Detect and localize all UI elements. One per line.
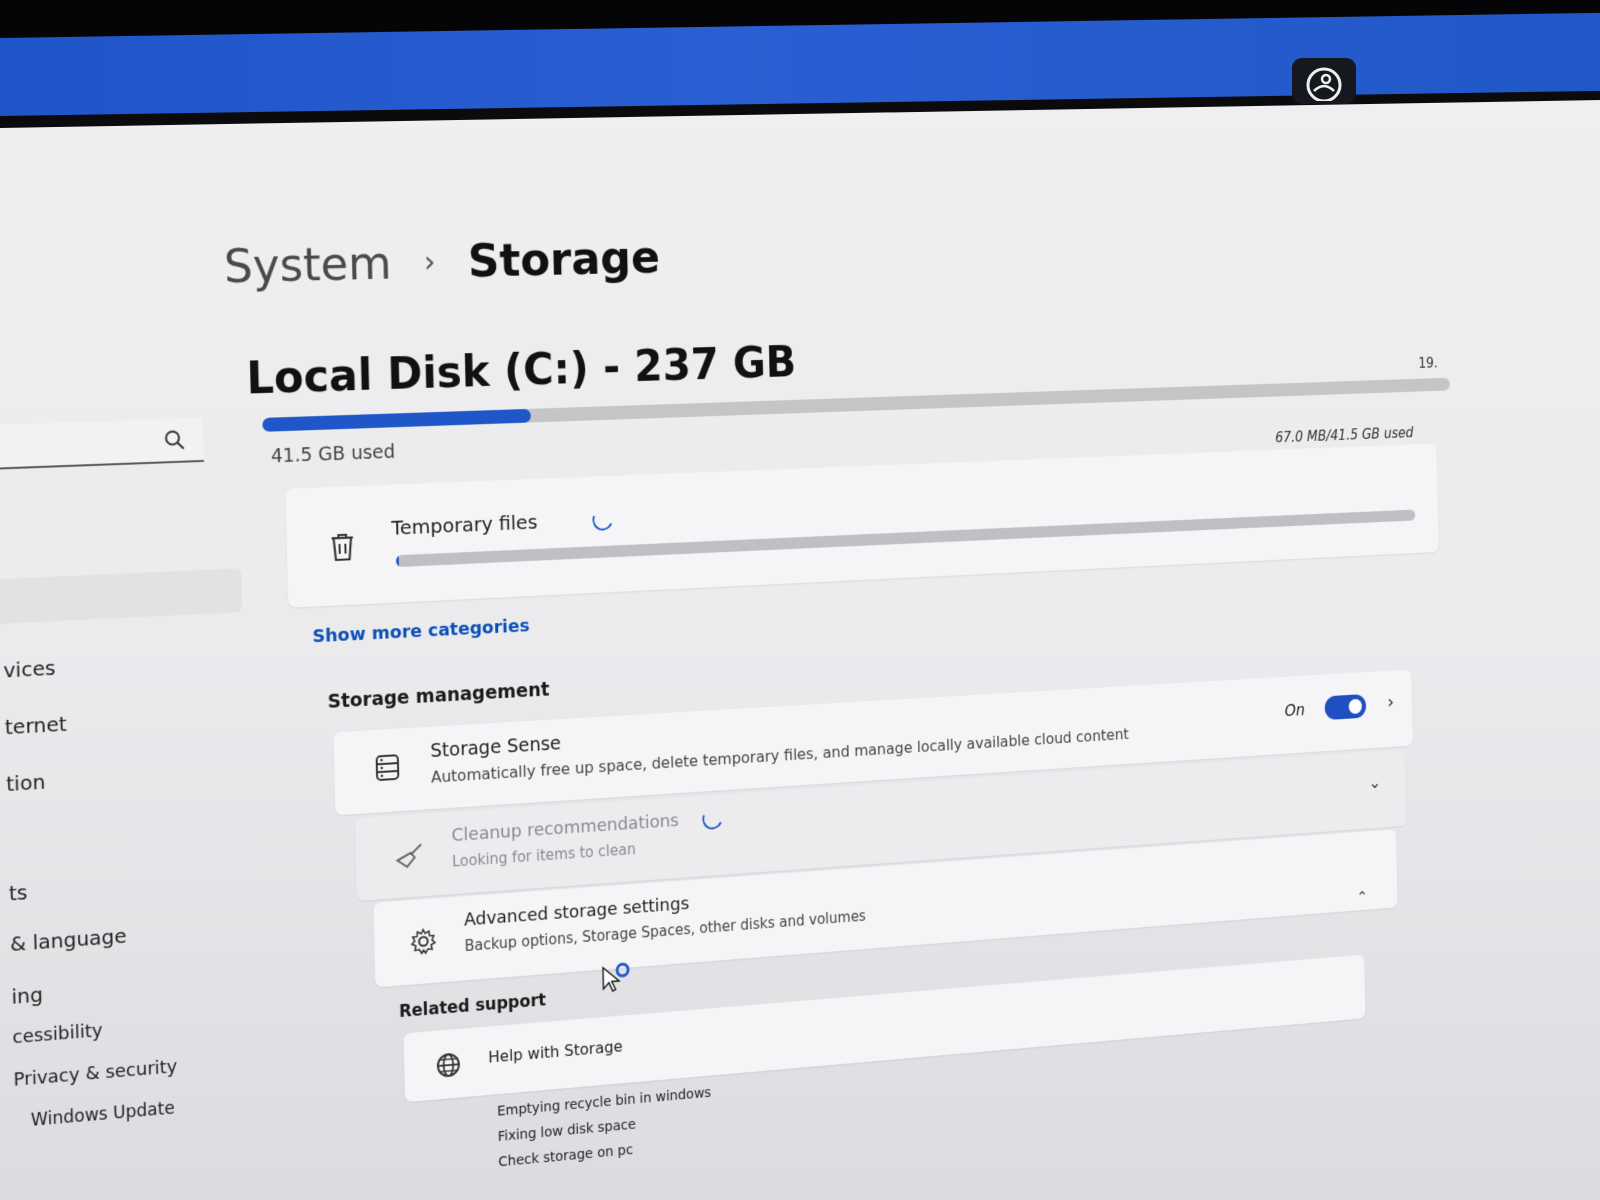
settings-content: vices ternet tion ts & language ing cess… (0, 100, 1473, 1200)
cleanup-recommendations-description: Looking for items to clean (451, 840, 636, 871)
chevron-down-icon[interactable]: ⌄ (1368, 773, 1381, 793)
mouse-cursor-icon (601, 961, 633, 1000)
related-support-heading: Related support (398, 990, 547, 1023)
support-link-low-disk-space[interactable]: Fixing low disk space (498, 1117, 636, 1145)
search-icon[interactable] (163, 429, 186, 456)
sidebar-item-devices[interactable]: vices (3, 656, 56, 683)
disk-free-label: 19. (1418, 354, 1438, 372)
chevron-up-icon[interactable]: ⌃ (1357, 888, 1368, 906)
disk-usage-fill (262, 408, 532, 432)
account-icon[interactable] (1292, 58, 1356, 104)
chevron-right-icon: › (423, 244, 436, 280)
sidebar-item-personalization[interactable]: tion (6, 769, 46, 796)
toggle-knob (1348, 698, 1363, 715)
storage-sense-toggle[interactable] (1324, 693, 1367, 721)
breadcrumb: System › Storage (223, 231, 660, 294)
temporary-files-bar-fill (395, 555, 400, 568)
sidebar-item-gaming[interactable]: ing (11, 982, 43, 1009)
breadcrumb-system[interactable]: System (223, 236, 392, 293)
support-link-check-storage[interactable]: Check storage on pc (498, 1142, 633, 1170)
help-with-storage-card[interactable]: Help with Storage (403, 954, 1366, 1103)
trash-icon (326, 529, 360, 568)
help-with-storage-label: Help with Storage (488, 1036, 623, 1067)
sidebar-selected-item[interactable] (0, 568, 243, 625)
disk-used-label: 41.5 GB used (270, 441, 396, 468)
sidebar-item-windows-update[interactable]: Windows Update (31, 1098, 175, 1131)
storage-sense-title: Storage Sense (430, 732, 562, 763)
temporary-files-card[interactable]: Temporary files 67.0 MB/41.5 GB used (285, 424, 1439, 608)
chevron-right-icon[interactable]: › (1387, 690, 1394, 712)
storage-drive-icon (373, 752, 403, 787)
sidebar-item-network[interactable]: ternet (4, 712, 67, 740)
temporary-files-size: 67.0 MB/41.5 GB used (1274, 424, 1414, 447)
storage-sense-toggle-label: On (1284, 701, 1306, 721)
show-more-categories-link[interactable]: Show more categories (312, 616, 530, 648)
loading-spinner-icon (589, 505, 616, 534)
broom-icon (394, 841, 424, 874)
loading-spinner-icon (699, 804, 726, 833)
temporary-files-bar (395, 509, 1416, 568)
storage-management-heading: Storage management (327, 678, 550, 713)
settings-window: vices ternet tion ts & language ing cess… (0, 100, 1600, 1200)
sidebar-item-accessibility[interactable]: cessibility (12, 1020, 103, 1048)
sidebar-item-privacy-security[interactable]: Privacy & security (13, 1056, 177, 1091)
sidebar-item-accounts[interactable]: ts (9, 880, 28, 906)
sidebar-item-time-language[interactable]: & language (10, 923, 127, 956)
temporary-files-label: Temporary files (391, 509, 538, 540)
search-input[interactable] (0, 417, 204, 470)
cleanup-recommendations-title: Cleanup recommendations (451, 810, 680, 847)
disk-title: Local Disk (C:) - 237 GB (245, 337, 797, 405)
page-title: Storage (467, 230, 661, 288)
gear-icon (409, 926, 439, 962)
globe-icon (435, 1050, 462, 1084)
